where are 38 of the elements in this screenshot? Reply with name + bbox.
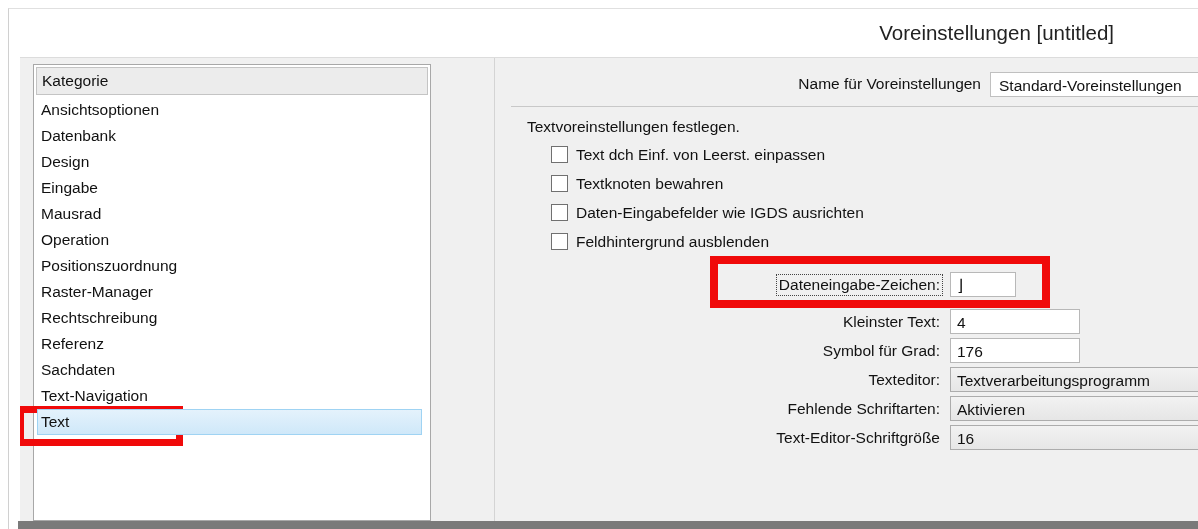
- list-item[interactable]: Operation: [37, 227, 422, 253]
- list-item[interactable]: Text-Navigation: [37, 383, 422, 409]
- checkbox[interactable]: [551, 204, 568, 221]
- checkbox-label: Text dch Einf. von Leerst. einpassen: [576, 145, 825, 164]
- input-field[interactable]: ⌋: [950, 272, 1016, 297]
- dropdown[interactable]: 16: [950, 425, 1198, 450]
- checkbox-label: Textknoten bewahren: [576, 174, 724, 193]
- field-label: Text-Editor-Schriftgröße: [775, 427, 941, 448]
- field-label: Dateneingabe-Zeichen:: [775, 273, 943, 296]
- checkbox[interactable]: [551, 175, 568, 192]
- list-item[interactable]: Ansichtsoptionen: [37, 97, 422, 123]
- list-item[interactable]: Rechtschreibung: [37, 305, 422, 331]
- column-header[interactable]: Kategorie: [36, 67, 428, 95]
- input-field[interactable]: 4: [950, 309, 1080, 334]
- checkbox[interactable]: [551, 233, 568, 250]
- field-label: Kleinster Text:: [841, 311, 941, 332]
- field-label: Name für Voreinstellungen: [798, 75, 981, 93]
- dropdown[interactable]: Aktivieren: [950, 396, 1198, 421]
- input-field[interactable]: 176: [950, 338, 1080, 363]
- checkbox-label: Feldhintergrund ausblenden: [576, 232, 770, 251]
- list-item[interactable]: Sachdaten: [37, 357, 422, 383]
- dropdown[interactable]: Textverarbeitungsprogramm: [950, 367, 1198, 392]
- list-item[interactable]: Datenbank: [37, 123, 422, 149]
- list-item[interactable]: Eingabe: [37, 175, 422, 201]
- field-label: Texteditor:: [867, 369, 941, 390]
- window-title: Voreinstellungen [untitled]: [879, 21, 1114, 45]
- field-label: Symbol für Grad:: [821, 340, 941, 361]
- section-heading: Textvoreinstellungen festlegen.: [527, 118, 741, 136]
- preset-name-dropdown[interactable]: Standard-Voreinstellungen: [990, 71, 1198, 97]
- checkbox-label: Daten-Eingabefelder wie IGDS ausrichten: [576, 203, 864, 222]
- field-label: Fehlende Schriftarten:: [786, 398, 941, 419]
- list-item[interactable]: Raster-Manager: [37, 279, 422, 305]
- list-item[interactable]: Referenz: [37, 331, 422, 357]
- checkbox[interactable]: [551, 146, 568, 163]
- list-item[interactable]: Design: [37, 149, 422, 175]
- list-item[interactable]: Mausrad: [37, 201, 422, 227]
- list-item[interactable]: Positionszuordnung: [37, 253, 422, 279]
- list-item[interactable]: Text: [37, 409, 422, 435]
